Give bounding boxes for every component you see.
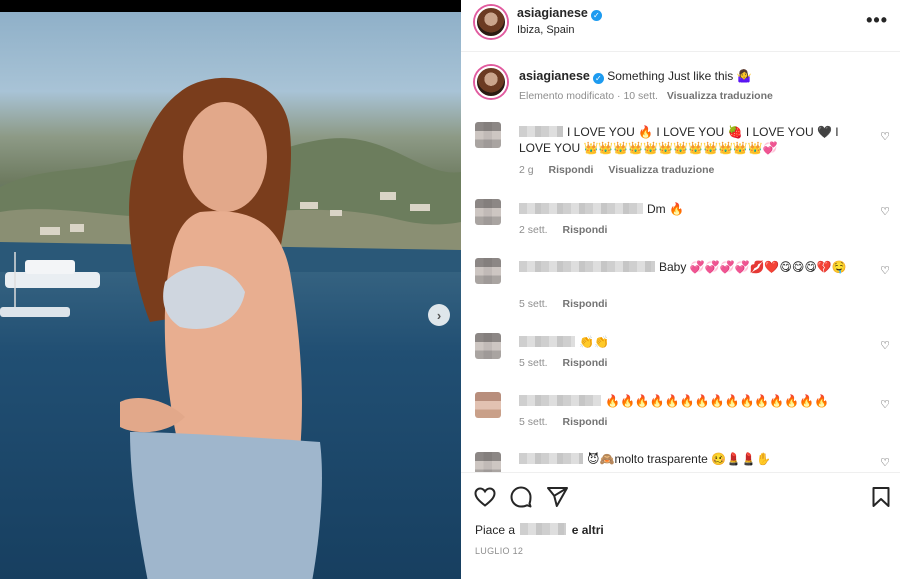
save-bookmark-icon[interactable] [869, 485, 893, 509]
comment-meta: 5 sett. Rispondi [519, 298, 619, 310]
comment-text: I LOVE YOU 🔥 I LOVE YOU 🍓 I LOVE YOU 🖤 I… [519, 125, 839, 155]
like-comment-heart-icon[interactable]: ♡ [880, 456, 890, 469]
caption-text: Something Just like this 🤷‍♀️ [607, 69, 752, 83]
likes-others-link[interactable]: e altri [572, 523, 604, 537]
comment-body: I LOVE YOU 🔥 I LOVE YOU 🍓 I LOVE YOU 🖤 I… [519, 124, 859, 156]
comment-time: 2 g [519, 164, 534, 176]
comment-body: 🔥🔥🔥🔥🔥🔥🔥🔥🔥🔥🔥🔥🔥🔥🔥 [519, 393, 859, 409]
caption-line: asiagianese ✓ Something Just like this 🤷‍… [519, 69, 752, 84]
author-username[interactable]: asiagianese ✓ [517, 6, 602, 21]
comment-meta: 2 sett. Rispondi [519, 224, 619, 236]
comment-item: 🔥🔥🔥🔥🔥🔥🔥🔥🔥🔥🔥🔥🔥🔥🔥 5 sett. Rispondi ♡ [461, 390, 900, 440]
comment-text: 👏👏 [579, 335, 609, 349]
post-header: asiagianese ✓ Ibiza, Spain ••• [461, 0, 900, 52]
commenter-avatar[interactable] [475, 199, 501, 225]
comment-item: I LOVE YOU 🔥 I LOVE YOU 🍓 I LOVE YOU 🖤 I… [461, 118, 900, 188]
comment-time: 5 sett. [519, 416, 548, 428]
person-figure [120, 77, 322, 579]
post-photo: › [0, 12, 461, 579]
comment-item: 😈🙈molto trasparente 🥴💄💄✋ ♡ [461, 448, 900, 472]
post-date: LUGLIO 12 [475, 546, 524, 556]
reply-button[interactable]: Rispondi [563, 416, 608, 428]
next-image-button[interactable]: › [428, 304, 450, 326]
comment-body: 😈🙈molto trasparente 🥴💄💄✋ [519, 451, 859, 467]
comment-time: 5 sett. [519, 357, 548, 369]
likes-summary: Piace a e altri [475, 523, 604, 537]
like-heart-icon[interactable] [473, 485, 497, 509]
comment-translate-link[interactable]: Visualizza traduzione [608, 164, 714, 176]
liker-username[interactable] [520, 523, 567, 535]
like-comment-heart-icon[interactable]: ♡ [880, 264, 890, 277]
post-actions: Piace a e altri LUGLIO 12 [461, 472, 900, 579]
reply-button[interactable]: Rispondi [563, 357, 608, 369]
comment-text: 🔥🔥🔥🔥🔥🔥🔥🔥🔥🔥🔥🔥🔥🔥🔥 [605, 394, 830, 408]
comment-text: 😈🙈molto trasparente 🥴💄💄✋ [587, 452, 771, 466]
comment-body: Dm 🔥 [519, 201, 859, 217]
comment-meta: 2 g Rispondi Visualizza traduzione [519, 164, 726, 176]
commenter-username[interactable] [519, 395, 601, 406]
caption-translate-link[interactable]: Visualizza traduzione [667, 90, 773, 102]
commenter-avatar[interactable] [475, 452, 501, 472]
commenter-avatar[interactable] [475, 122, 501, 148]
comment-meta: 5 sett. Rispondi [519, 357, 619, 369]
like-comment-heart-icon[interactable]: ♡ [880, 398, 890, 411]
post-caption: asiagianese ✓ Something Just like this 🤷‍… [461, 60, 900, 110]
verified-badge-icon: ✓ [592, 73, 604, 84]
author-username-text[interactable]: asiagianese [517, 6, 588, 20]
commenter-username[interactable] [519, 453, 583, 464]
instagram-post-view: › asiagianese ✓ Ibiza, Spain ••• asiagian… [0, 0, 900, 579]
verified-badge-icon: ✓ [590, 10, 602, 21]
author-avatar[interactable] [475, 6, 507, 38]
comment-item: Dm 🔥 2 sett. Rispondi ♡ [461, 197, 900, 247]
reply-button[interactable]: Rispondi [563, 224, 608, 236]
post-location[interactable]: Ibiza, Spain [517, 24, 574, 36]
comment-body: 👏👏 [519, 334, 859, 350]
commenter-username[interactable] [519, 203, 643, 214]
likes-prefix: Piace a [475, 523, 516, 537]
caption-edited: Elemento modificato · 10 sett. [519, 90, 658, 102]
commenter-username[interactable] [519, 261, 655, 272]
commenter-avatar[interactable] [475, 392, 501, 418]
comment-body: Baby 💞💞💞💞💋❤️😋😋😋💔🤤 [519, 259, 859, 275]
caption-avatar[interactable] [475, 66, 507, 98]
comment-item: Baby 💞💞💞💞💋❤️😋😋😋💔🤤 5 sett. Rispondi ♡ [461, 256, 900, 316]
post-details-panel: asiagianese ✓ Ibiza, Spain ••• asiagianes… [461, 0, 900, 579]
comment-text: Dm 🔥 [647, 202, 684, 216]
caption-meta: Elemento modificato · 10 sett. Visualizz… [519, 90, 773, 102]
comment-time: 2 sett. [519, 224, 548, 236]
comment-bubble-icon[interactable] [509, 485, 533, 509]
commenter-username[interactable] [519, 126, 563, 137]
caption-username[interactable]: asiagianese [519, 69, 590, 83]
reply-button[interactable]: Rispondi [549, 164, 594, 176]
like-comment-heart-icon[interactable]: ♡ [880, 130, 890, 143]
like-comment-heart-icon[interactable]: ♡ [880, 205, 890, 218]
more-options-icon[interactable]: ••• [866, 10, 888, 31]
comment-item: 👏👏 5 sett. Rispondi ♡ [461, 331, 900, 381]
commenter-username[interactable] [519, 336, 575, 347]
commenter-avatar[interactable] [475, 258, 501, 284]
commenter-avatar[interactable] [475, 333, 501, 359]
like-comment-heart-icon[interactable]: ♡ [880, 339, 890, 352]
comment-meta: 5 sett. Rispondi [519, 416, 619, 428]
boats [0, 252, 100, 317]
comment-text: Baby 💞💞💞💞💋❤️😋😋😋💔🤤 [659, 260, 847, 274]
comment-time: 5 sett. [519, 298, 548, 310]
share-send-icon[interactable] [545, 485, 569, 509]
reply-button[interactable]: Rispondi [563, 298, 608, 310]
